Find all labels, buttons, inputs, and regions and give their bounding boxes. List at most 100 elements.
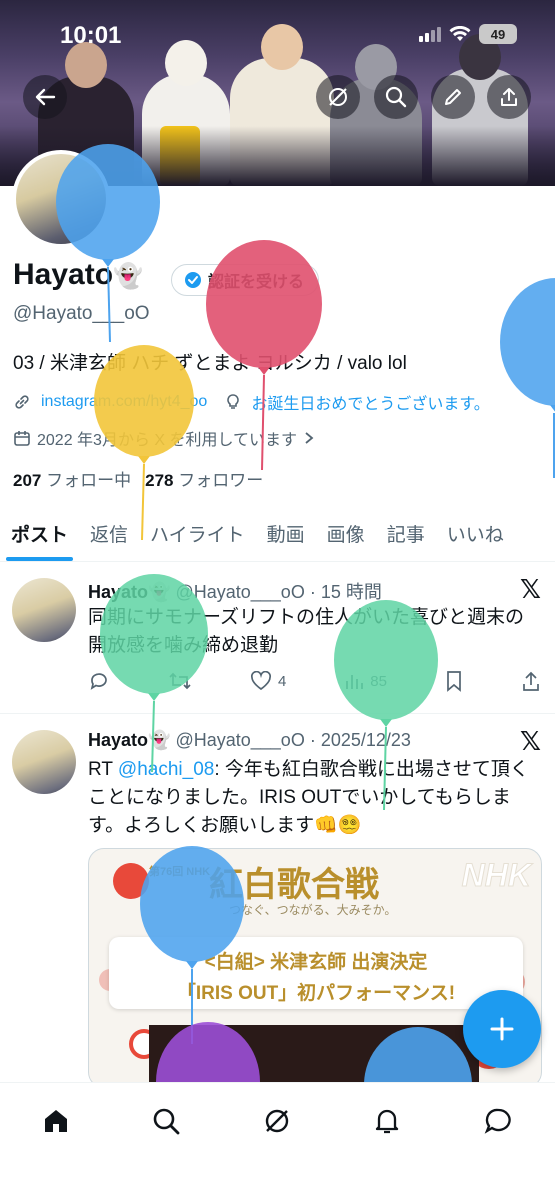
x-logo-icon: 𝕏 (520, 574, 541, 604)
search-icon (153, 1108, 180, 1135)
slashed-circle-icon (329, 88, 347, 106)
plus-icon (490, 1017, 514, 1041)
repost-button[interactable] (168, 670, 192, 692)
post-author-emoji: 👻 (148, 582, 171, 602)
home-icon (45, 1110, 67, 1132)
media-title: 紅白歌合戦 (209, 865, 379, 905)
following-link[interactable]: 207 フォロー中 (13, 466, 131, 491)
tab-likes[interactable]: いいね (436, 508, 515, 561)
status-bar: 10:01 49 (0, 0, 555, 72)
nav-search[interactable] (146, 1101, 186, 1141)
repost-icon (169, 672, 191, 690)
share-button[interactable] (487, 75, 531, 119)
grok-button[interactable] (316, 75, 360, 119)
media-brand: NHK (461, 857, 531, 894)
profile-bio: 03 / 米津玄師 ハチ ずとまよ ヨルシカ / valo lol (13, 353, 407, 374)
media-subtitle: つなぐ、つながる、大みそか。 (229, 903, 397, 917)
back-arrow-icon (35, 88, 56, 106)
bookmark-icon (447, 671, 461, 692)
followers-label: フォロワー (178, 471, 264, 490)
wifi-icon (449, 26, 471, 41)
profile-avatar[interactable] (12, 150, 110, 248)
post-mention[interactable]: @hachi_08 (118, 759, 214, 780)
reply-icon (90, 673, 107, 690)
tab-articles[interactable]: 記事 (376, 508, 436, 561)
post-meta: @Hayato___oO · 15 時間 (175, 582, 382, 602)
post-share-button[interactable] (521, 670, 541, 692)
name-emoji: 👻 (113, 263, 143, 290)
profile-name: Hayato👻 (13, 258, 143, 292)
post-avatar[interactable] (12, 730, 76, 794)
battery-indicator: 49 (479, 24, 517, 44)
birthday-text: お誕生日おめでとうございます。 (251, 396, 490, 413)
post-avatar[interactable] (12, 578, 76, 642)
views-icon (346, 675, 364, 689)
balloon-decoration (500, 278, 555, 478)
verified-badge-icon (185, 272, 201, 288)
tab-posts[interactable]: ポスト (0, 508, 79, 561)
like-count: 4 (277, 672, 287, 690)
post-header: Hayato👻 @Hayato___oO · 2025/12/23 (88, 730, 411, 751)
media-photo (149, 1025, 479, 1087)
post-author: Hayato (88, 730, 149, 750)
media-line-1: <白組> 米津玄師 出演決定 (204, 952, 428, 973)
media-edition: 第76回 NHK (149, 866, 211, 878)
display-name: Hayato (13, 258, 114, 291)
status-time: 10:01 (60, 22, 122, 49)
edit-button[interactable] (431, 75, 475, 119)
joined-label: 2022 年3月から X を利用しています (37, 432, 298, 449)
share-icon (523, 671, 539, 691)
tab-highlights[interactable]: ハイライト (139, 508, 256, 561)
view-count: 85 (370, 672, 387, 690)
profile-meta: instagram.com/hyt4_oo お誕生日おめでとうございます。 (13, 390, 490, 414)
bookmark-button[interactable] (445, 670, 463, 692)
grok-icon (265, 1109, 289, 1133)
views-button[interactable]: 85 (344, 670, 387, 692)
post-meta: @Hayato___oO · 2025/12/23 (175, 730, 411, 750)
nav-home[interactable] (36, 1101, 76, 1141)
profile-link[interactable]: instagram.com/hyt4_oo (41, 393, 207, 411)
like-icon (250, 671, 271, 691)
chevron-right-icon (305, 432, 314, 444)
bell-icon (375, 1109, 399, 1134)
joined-date: 2022 年3月から X を利用しています (13, 426, 315, 450)
post-item[interactable]: Hayato👻 @Hayato___oO · 15 時間 𝕏 同期にサモナーズリ… (0, 562, 555, 714)
link-icon (15, 395, 29, 409)
signal-icon (419, 26, 441, 42)
nav-grok[interactable] (257, 1101, 297, 1141)
post-text: RT @hachi_08: 今年も紅白歌合戦に出場させて頂くことになりました。I… (88, 756, 541, 840)
tab-videos[interactable]: 動画 (256, 508, 316, 561)
get-verified-label: 認証を受ける (208, 274, 305, 291)
profile-handle: @Hayato___oO (13, 303, 150, 324)
post-text: 同期にサモナーズリフトの住人がいた喜びと週末の開放感を噛み締め退勤 (88, 607, 525, 656)
nav-messages[interactable] (478, 1101, 518, 1141)
media-line-2: 「IRIS OUT」初パフォーマンス! (176, 983, 456, 1004)
tab-images[interactable]: 画像 (316, 508, 376, 561)
like-button[interactable]: 4 (250, 670, 286, 692)
profile-tabs: ポスト 返信 ハイライト 動画 画像 記事 いいね (0, 508, 555, 562)
reply-button[interactable] (88, 670, 110, 692)
status-icons: 49 (419, 24, 517, 44)
messages-icon (484, 1108, 511, 1134)
x-logo-icon: 𝕏 (520, 726, 541, 756)
edit-icon (445, 89, 461, 105)
get-verified-button[interactable]: 認証を受ける (171, 264, 320, 296)
follow-stats: 207 フォロー中 278 フォロワー (13, 466, 263, 491)
share-icon (501, 88, 517, 106)
media-announcement: <白組> 米津玄師 出演決定 「IRIS OUT」初パフォーマンス! (109, 937, 523, 1009)
compose-button[interactable] (463, 990, 541, 1068)
followers-count: 278 (145, 471, 174, 490)
followers-link[interactable]: 278 フォロワー (145, 466, 263, 491)
post-author: Hayato (88, 582, 149, 602)
search-button[interactable] (374, 75, 418, 119)
back-button[interactable] (23, 75, 67, 119)
post-header: Hayato👻 @Hayato___oO · 15 時間 (88, 578, 382, 604)
nav-notifications[interactable] (367, 1101, 407, 1141)
bulb-icon (227, 394, 240, 409)
post-text-prefix: RT (88, 759, 118, 780)
following-count: 207 (13, 471, 42, 490)
following-label: フォロー中 (46, 471, 132, 490)
search-icon (385, 86, 407, 108)
tab-replies[interactable]: 返信 (79, 508, 139, 561)
post-actions: 4 85 (88, 670, 541, 692)
